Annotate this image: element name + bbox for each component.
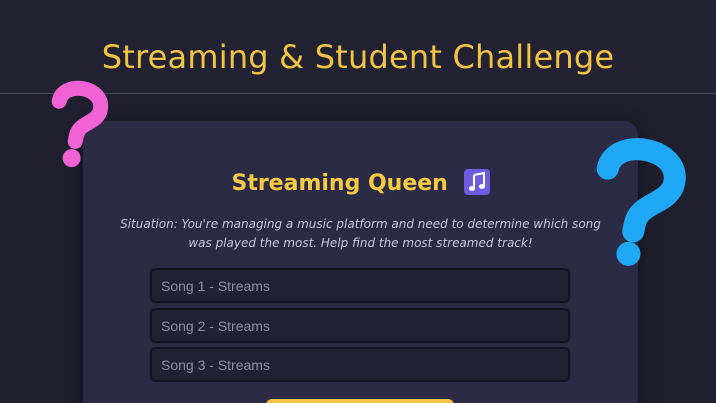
submit-button[interactable]	[266, 399, 454, 403]
musical-notes-icon	[463, 169, 490, 195]
song-2-streams-input[interactable]	[150, 308, 570, 343]
challenge-card: Streaming Queen Situation: You're managi…	[83, 121, 638, 403]
question-mark-icon	[580, 129, 690, 273]
song-1-streams-input[interactable]	[150, 268, 570, 303]
song-3-streams-input[interactable]	[150, 347, 570, 382]
page-title: Streaming & Student Challenge	[101, 38, 615, 76]
page: Streaming & Student Challenge Streaming …	[0, 0, 716, 403]
question-mark-icon	[41, 75, 109, 174]
situation-description: Situation: You're managing a music platf…	[120, 217, 601, 250]
card-title: Streaming Queen	[231, 171, 448, 196]
card-title-row: Streaming Queen	[83, 169, 638, 196]
